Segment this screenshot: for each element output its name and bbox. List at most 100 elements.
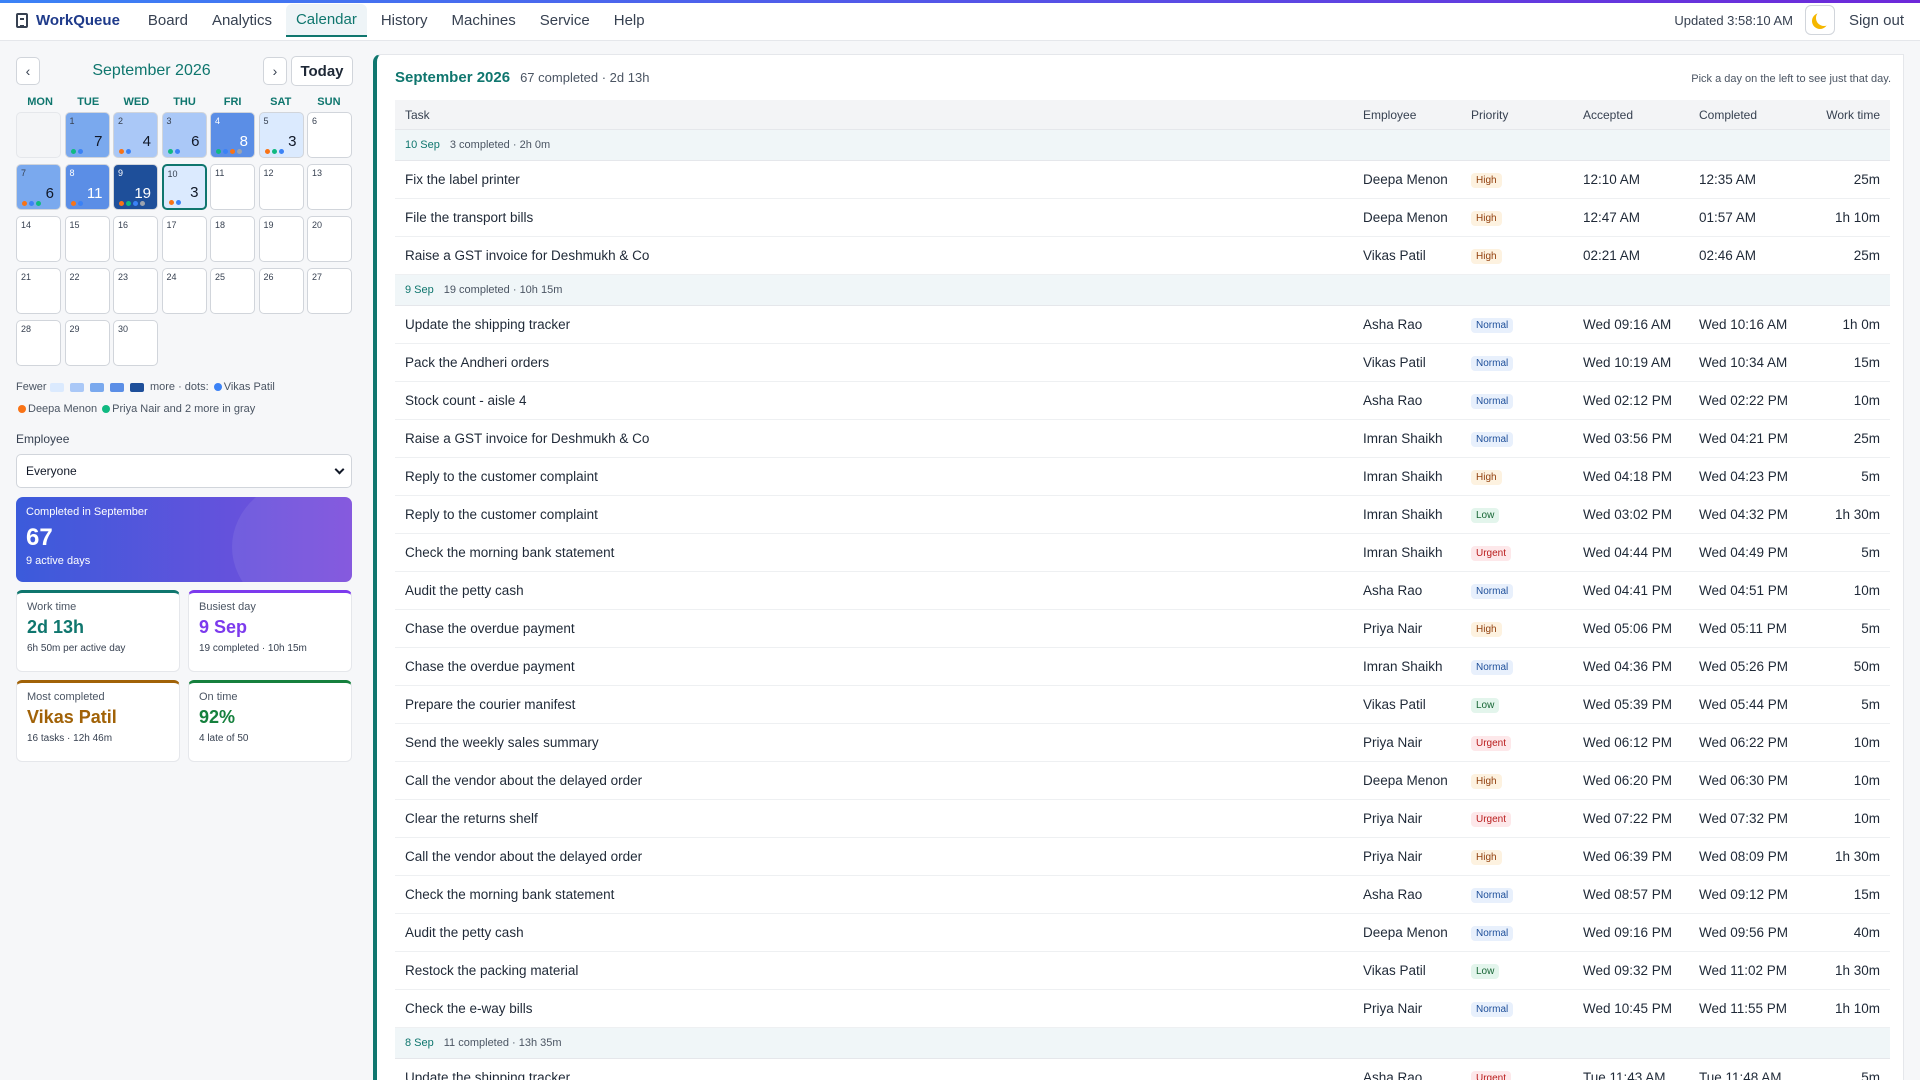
nav-board[interactable]: Board (138, 5, 198, 36)
calendar-day-21[interactable]: 21 (16, 268, 61, 314)
table-row[interactable]: Update the shipping tracker Asha Rao Urgen… (395, 1059, 1890, 1080)
task-name: Call the vendor about the delayed order (405, 849, 643, 864)
calendar-day-30[interactable]: 30 (113, 320, 158, 366)
table-row[interactable]: Audit the petty cash Deepa Menon Normal Wed… (395, 914, 1890, 952)
calendar-day-12[interactable]: 12 (258, 164, 304, 210)
column-header[interactable]: Work time (1809, 108, 1890, 122)
employee-name: Priya Nair (1363, 735, 1423, 750)
calendar-day-23[interactable]: 23 (113, 268, 158, 314)
table-row[interactable]: Prepare the courier manifest Vikas Patil L… (395, 686, 1890, 724)
calendar-day-5[interactable]: 53 (258, 112, 304, 158)
nav-calendar[interactable]: Calendar (285, 3, 367, 37)
employee-dot (119, 201, 124, 206)
table-row[interactable]: Reply to the customer complaint Imran Sha… (395, 496, 1890, 534)
calendar-day-4[interactable]: 48 (210, 112, 255, 158)
calendar-day-15[interactable]: 15 (64, 216, 110, 262)
column-header[interactable]: Completed (1699, 108, 1809, 122)
next-month-button[interactable]: › (263, 57, 287, 85)
day-count: 7 (94, 133, 103, 150)
table-row[interactable]: Check the morning bank statement Asha Rao… (395, 876, 1890, 914)
accepted-time: Wed 09:16 AM (1583, 317, 1672, 332)
table-row[interactable]: Call the vendor about the delayed order P… (395, 838, 1890, 876)
nav-help[interactable]: Help (604, 5, 655, 36)
calendar-day-9[interactable]: 9 19 (113, 164, 158, 210)
accepted-time: 12:47 AM (1583, 210, 1641, 225)
calendar-day-27[interactable]: 27 (307, 268, 352, 314)
panel-title: September 2026 (395, 69, 511, 86)
employee-name: Deepa Menon (1363, 925, 1448, 940)
table-row[interactable]: File the transport bills Deepa Menon High 1… (395, 199, 1890, 237)
calendar-day-16[interactable]: 16 (113, 216, 158, 262)
day-group-header[interactable]: 9 Sep 19 completed · 10h 15m (395, 275, 1890, 306)
work-time: 10m (1853, 583, 1880, 598)
table-row[interactable]: Clear the returns shelf Priya Nair Urgent W… (395, 800, 1890, 838)
work-time: 5m (1861, 545, 1880, 560)
calendar-day-2[interactable]: 24 (113, 112, 158, 158)
nav-machines[interactable]: Machines (442, 5, 526, 36)
table-row[interactable]: Update the shipping tracker Asha Rao Norma… (395, 306, 1890, 344)
calendar-day-24[interactable]: 24 (161, 268, 207, 314)
prev-month-button[interactable]: ‹ (16, 57, 40, 85)
completed-value: 67 (26, 524, 53, 551)
column-header[interactable]: Employee (1363, 108, 1471, 122)
column-header[interactable]: Priority (1471, 108, 1583, 122)
table-row[interactable]: Chase the overdue payment Priya Nair High W… (395, 610, 1890, 648)
table-row[interactable]: Reply to the customer complaint Imran Sha… (395, 458, 1890, 496)
table-row[interactable]: Check the e-way bills Priya Nair Normal Wed… (395, 990, 1890, 1028)
calendar-day-20[interactable]: 20 (307, 216, 352, 262)
accepted-time: Wed 09:32 PM (1583, 963, 1673, 978)
table-row[interactable]: Stock count - aisle 4 Asha Rao Normal Wed 0… (395, 382, 1890, 420)
calendar-day-25[interactable]: 25 (210, 268, 255, 314)
today-button[interactable]: Today (291, 56, 353, 86)
theme-toggle-button[interactable] (1804, 5, 1835, 35)
calendar-day-14[interactable]: 14 (16, 216, 61, 262)
calendar-day-22[interactable]: 22 (64, 268, 110, 314)
table-row[interactable]: Pack the Andheri orders Vikas Patil Normal… (395, 344, 1890, 382)
task-name: Check the e-way bills (405, 1001, 533, 1016)
table-row[interactable]: Call the vendor about the delayed order D… (395, 762, 1890, 800)
table-row[interactable]: Check the morning bank statement Imran Sh… (395, 534, 1890, 572)
legend-swatch (109, 382, 124, 392)
priority-badge: High (1471, 622, 1502, 637)
work-time: 1h 30m (1834, 963, 1880, 978)
calendar-day-8[interactable]: 8 11 (64, 164, 110, 210)
calendar-day-1[interactable]: 17 (64, 112, 110, 158)
column-header[interactable]: Accepted (1583, 108, 1699, 122)
table-row[interactable]: Restock the packing material Vikas Patil L… (395, 952, 1890, 990)
day-group-header[interactable]: 10 Sep 3 completed · 2h 0m (395, 130, 1890, 161)
table-row[interactable]: Audit the petty cash Asha Rao Normal Wed 04… (395, 572, 1890, 610)
stat-card: Busiest day 9 Sep 19 completed · 10h 15m (188, 590, 352, 672)
calendar-day-19[interactable]: 19 (258, 216, 304, 262)
table-row[interactable]: Raise a GST invoice for Deshmukh & Co Imr… (395, 420, 1890, 458)
calendar-day-7[interactable]: 76 (16, 164, 61, 210)
calendar-day-6[interactable]: 6 (307, 112, 352, 158)
day-group-header[interactable]: 8 Sep 11 completed · 13h 35m (395, 1028, 1890, 1059)
nav-history[interactable]: History (371, 5, 438, 36)
calendar-day-13[interactable]: 13 (307, 164, 352, 210)
nav-analytics[interactable]: Analytics (202, 5, 282, 36)
calendar-day-17[interactable]: 17 (161, 216, 207, 262)
calendar-day-28[interactable]: 28 (16, 320, 61, 366)
completed-time: Wed 11:55 PM (1699, 1001, 1788, 1016)
calendar-day-3[interactable]: 36 (161, 112, 207, 158)
calendar-day-11[interactable]: 11 (210, 164, 255, 210)
brand[interactable]: WorkQueue (16, 12, 120, 29)
calendar-day-26[interactable]: 26 (258, 268, 304, 314)
work-time: 50m (1853, 659, 1880, 674)
table-row[interactable]: Raise a GST invoice for Deshmukh & Co Vik… (395, 237, 1890, 275)
table-row[interactable]: Chase the overdue payment Imran Shaikh Nor… (395, 648, 1890, 686)
nav-service[interactable]: Service (530, 5, 600, 36)
table-row[interactable]: Send the weekly sales summary Priya Nair U… (395, 724, 1890, 762)
calendar-day-29[interactable]: 29 (64, 320, 110, 366)
employee-select[interactable]: Everyone (16, 454, 352, 488)
stat-sub: 4 late of 50 (199, 733, 249, 744)
table-row[interactable]: Fix the label printer Deepa Menon High 12:1… (395, 161, 1890, 199)
legend-dot (213, 383, 222, 392)
calendar-day-18[interactable]: 18 (210, 216, 255, 262)
employee-name: Imran Shaikh (1363, 659, 1443, 674)
column-header[interactable]: Task (395, 108, 1363, 122)
calendar-day-10[interactable]: 10 3 (161, 164, 207, 210)
priority-badge: High (1471, 850, 1502, 865)
sign-out-link[interactable]: Sign out (1849, 12, 1904, 29)
task-name: Check the morning bank statement (405, 545, 615, 560)
